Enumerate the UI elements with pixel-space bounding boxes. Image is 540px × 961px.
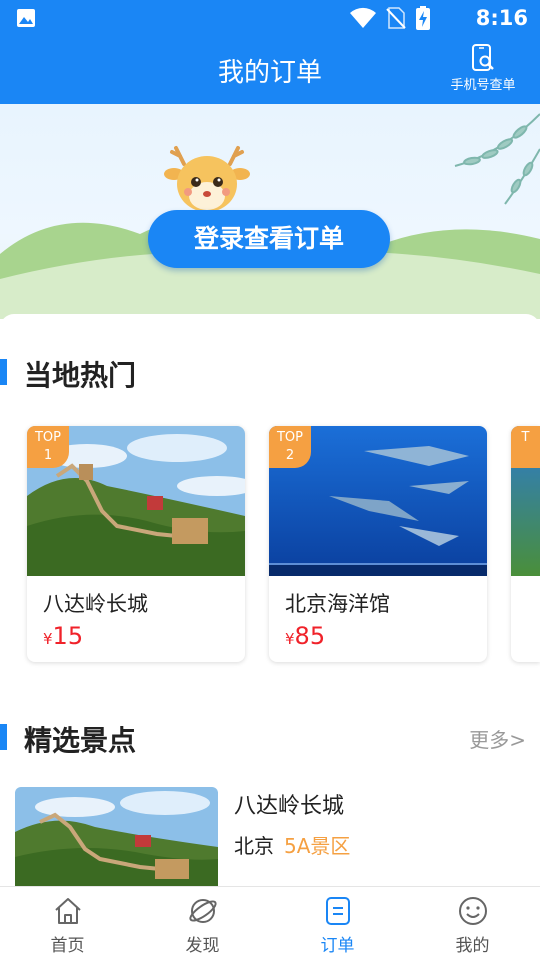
hot-item-card[interactable]: T bbox=[511, 426, 540, 662]
featured-title: 精选景点 bbox=[24, 724, 137, 757]
order-icon bbox=[325, 897, 350, 925]
phone-query-label: 手机号查单 bbox=[450, 78, 516, 93]
scenic-city: 北京 bbox=[234, 834, 274, 858]
phone-query-button[interactable]: 手机号查单 bbox=[448, 44, 518, 93]
tab-label: 首页 bbox=[50, 936, 85, 956]
bottom-tab-bar: 首页 发现 订单 我的 bbox=[0, 886, 540, 961]
login-view-orders-button[interactable]: 登录查看订单 bbox=[148, 210, 390, 268]
tab-label: 我的 bbox=[455, 936, 490, 956]
hot-item-name: 八达岭长城 bbox=[43, 592, 148, 616]
clock: 8:16 bbox=[475, 6, 528, 30]
phone-search-icon bbox=[472, 44, 494, 71]
rank-badge: TOP 2 bbox=[269, 426, 311, 468]
no-sim-icon bbox=[386, 7, 406, 29]
hot-item-card[interactable]: TOP 2 北京海洋馆 ¥85 bbox=[269, 426, 487, 662]
scenic-name[interactable]: 八达岭长城 bbox=[234, 788, 344, 820]
tab-orders[interactable]: 订单 bbox=[270, 887, 405, 961]
tab-discover[interactable]: 发现 bbox=[135, 887, 270, 961]
smile-icon bbox=[458, 897, 487, 925]
tab-label: 发现 bbox=[185, 936, 220, 956]
title-bar: 我的订单 手机号查单 bbox=[0, 36, 540, 104]
great-wall-photo bbox=[15, 787, 218, 887]
more-link[interactable]: 更多> bbox=[469, 724, 526, 753]
local-hot-title: 当地热门 bbox=[24, 359, 137, 392]
hot-item-price: ¥15 bbox=[43, 622, 84, 650]
hot-item-price: ¥85 bbox=[285, 622, 326, 650]
image-icon bbox=[17, 9, 35, 27]
battery-charging-icon bbox=[416, 6, 430, 30]
rank-badge: TOP 1 bbox=[27, 426, 69, 468]
scenic-photo[interactable] bbox=[15, 787, 218, 887]
tab-home[interactable]: 首页 bbox=[0, 887, 135, 961]
section-marker bbox=[0, 724, 7, 750]
hot-item-card[interactable]: TOP 1 八达岭长城 ¥15 bbox=[27, 426, 245, 662]
rank-badge: T bbox=[511, 426, 540, 468]
home-icon bbox=[54, 898, 81, 924]
status-bar: 8:16 bbox=[0, 0, 540, 36]
tab-label: 订单 bbox=[320, 936, 355, 956]
planet-icon bbox=[188, 899, 217, 923]
hot-item-name: 北京海洋馆 bbox=[285, 592, 390, 616]
section-marker bbox=[0, 359, 7, 385]
wifi-icon bbox=[350, 7, 376, 28]
tab-mine[interactable]: 我的 bbox=[405, 887, 540, 961]
scenic-level-tag: 5A景区 bbox=[284, 834, 351, 858]
